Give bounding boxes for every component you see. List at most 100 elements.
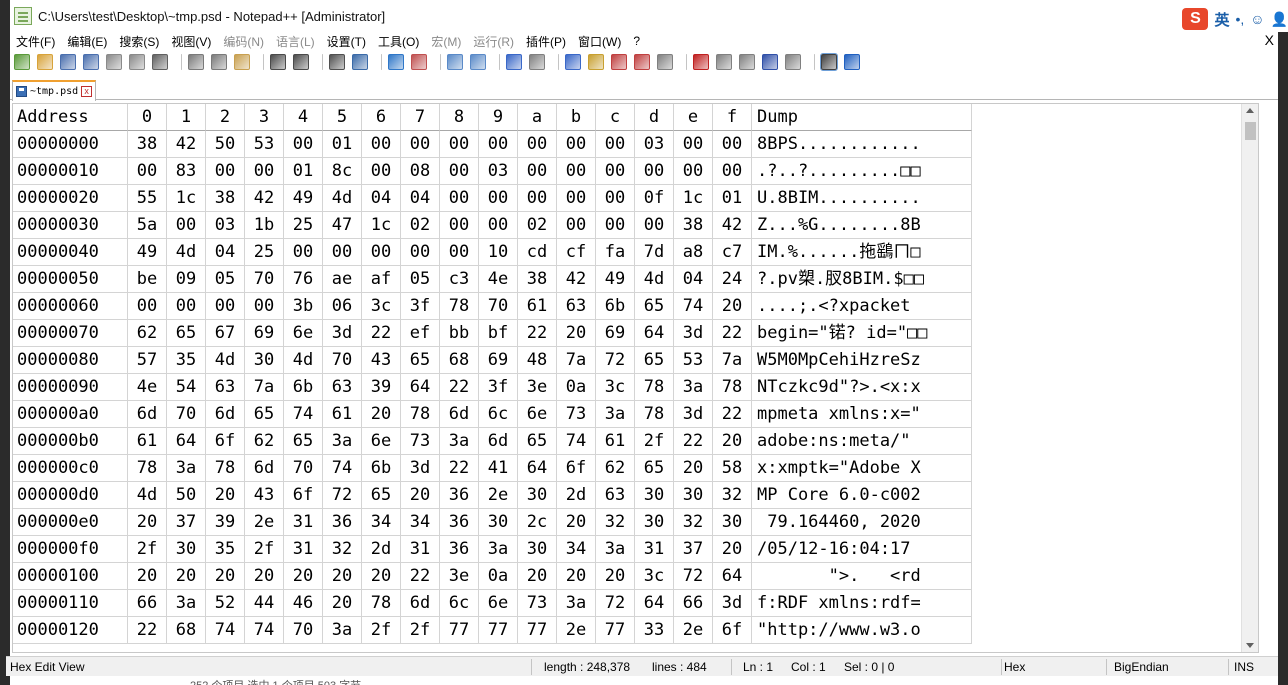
hex-dump-cell[interactable]: NTczkc9d"?>.<x:x bbox=[752, 374, 972, 401]
ime-language-toggle[interactable]: 英 bbox=[1214, 9, 1229, 30]
hex-byte-cell[interactable]: 7a bbox=[557, 347, 596, 374]
record-macro-icon[interactable] bbox=[693, 54, 709, 70]
hex-byte-cell[interactable]: 66 bbox=[128, 590, 167, 617]
monitoring-icon[interactable] bbox=[657, 54, 673, 70]
hex-byte-cell[interactable]: 50 bbox=[206, 131, 245, 158]
hex-address-cell[interactable]: 000000b0 bbox=[13, 428, 128, 455]
run-macro-multiple-icon[interactable] bbox=[762, 54, 778, 70]
find-icon[interactable] bbox=[329, 54, 345, 70]
hex-byte-cell[interactable]: 3e bbox=[518, 374, 557, 401]
hex-byte-cell[interactable]: 2d bbox=[362, 536, 401, 563]
close-icon[interactable] bbox=[106, 54, 122, 70]
hex-byte-cell[interactable]: 32 bbox=[596, 509, 635, 536]
hex-byte-cell[interactable]: 39 bbox=[206, 509, 245, 536]
hex-byte-cell[interactable]: 00 bbox=[479, 131, 518, 158]
hex-byte-cell[interactable]: 00 bbox=[323, 239, 362, 266]
hex-byte-cell[interactable]: ef bbox=[401, 320, 440, 347]
hex-byte-cell[interactable]: 6d bbox=[479, 428, 518, 455]
hex-byte-cell[interactable]: 0f bbox=[635, 185, 674, 212]
hex-byte-cell[interactable]: 20 bbox=[674, 455, 713, 482]
hex-byte-cell[interactable]: a8 bbox=[674, 239, 713, 266]
hex-byte-cell[interactable]: 02 bbox=[518, 212, 557, 239]
hex-address-cell[interactable]: 000000c0 bbox=[13, 455, 128, 482]
hex-byte-cell[interactable]: 20 bbox=[557, 320, 596, 347]
hex-byte-cell[interactable]: 43 bbox=[245, 482, 284, 509]
hex-byte-cell[interactable]: 00 bbox=[440, 239, 479, 266]
hex-byte-cell[interactable]: 4d bbox=[128, 482, 167, 509]
hex-dump-cell[interactable]: Z...%G........8B bbox=[752, 212, 972, 239]
hex-byte-cell[interactable]: 00 bbox=[440, 212, 479, 239]
hex-byte-cell[interactable]: 3f bbox=[479, 374, 518, 401]
hex-byte-cell[interactable]: 00 bbox=[596, 185, 635, 212]
hex-dump-cell[interactable]: .?..?.........□□ bbox=[752, 158, 972, 185]
hex-byte-cell[interactable]: 01 bbox=[323, 131, 362, 158]
hex-byte-cell[interactable]: 1c bbox=[362, 212, 401, 239]
hex-byte-cell[interactable]: 32 bbox=[323, 536, 362, 563]
hex-byte-cell[interactable]: 43 bbox=[362, 347, 401, 374]
hex-byte-cell[interactable]: 64 bbox=[401, 374, 440, 401]
hex-byte-cell[interactable]: 52 bbox=[206, 590, 245, 617]
hex-byte-cell[interactable]: 00 bbox=[713, 158, 752, 185]
hex-byte-cell[interactable]: 77 bbox=[440, 617, 479, 644]
folder-workspace-icon[interactable] bbox=[634, 54, 650, 70]
hex-byte-cell[interactable]: 38 bbox=[206, 185, 245, 212]
hex-byte-cell[interactable]: 00 bbox=[635, 212, 674, 239]
hex-byte-cell[interactable]: 78 bbox=[635, 374, 674, 401]
hex-byte-cell[interactable]: 6e bbox=[518, 401, 557, 428]
hex-byte-cell[interactable]: 00 bbox=[362, 158, 401, 185]
hex-byte-cell[interactable]: 65 bbox=[167, 320, 206, 347]
scroll-up-arrow-icon[interactable] bbox=[1246, 108, 1254, 113]
hex-address-cell[interactable]: 00000110 bbox=[13, 590, 128, 617]
hex-byte-cell[interactable]: 64 bbox=[635, 590, 674, 617]
hex-byte-cell[interactable]: c3 bbox=[440, 266, 479, 293]
hex-byte-cell[interactable]: 05 bbox=[401, 266, 440, 293]
hex-byte-cell[interactable]: bf bbox=[479, 320, 518, 347]
hex-byte-cell[interactable]: 00 bbox=[401, 239, 440, 266]
hex-byte-cell[interactable]: 01 bbox=[284, 158, 323, 185]
hex-dump-cell[interactable]: 79.164460, 2020 bbox=[752, 509, 972, 536]
hex-byte-cell[interactable]: 2e bbox=[557, 617, 596, 644]
hex-dump-cell[interactable]: ">. <rd bbox=[752, 563, 972, 590]
hex-byte-cell[interactable]: 68 bbox=[440, 347, 479, 374]
hex-byte-cell[interactable]: 20 bbox=[284, 563, 323, 590]
hex-byte-cell[interactable]: 53 bbox=[245, 131, 284, 158]
hex-dump-cell[interactable]: IM.%......拖鷂ㄇ□ bbox=[752, 239, 972, 266]
hex-byte-cell[interactable]: 6d bbox=[401, 590, 440, 617]
hex-byte-cell[interactable]: 30 bbox=[635, 482, 674, 509]
vertical-scrollbar[interactable] bbox=[1241, 104, 1258, 652]
compare-icon[interactable] bbox=[844, 54, 860, 70]
hex-byte-cell[interactable]: 69 bbox=[596, 320, 635, 347]
hex-byte-cell[interactable]: 02 bbox=[401, 212, 440, 239]
hex-byte-cell[interactable]: 20 bbox=[128, 509, 167, 536]
word-wrap-icon[interactable] bbox=[506, 54, 522, 70]
hex-byte-cell[interactable]: 06 bbox=[323, 293, 362, 320]
hex-byte-cell[interactable]: 3f bbox=[401, 293, 440, 320]
hex-byte-cell[interactable]: 05 bbox=[206, 266, 245, 293]
hex-byte-cell[interactable]: 1b bbox=[245, 212, 284, 239]
hex-byte-cell[interactable]: 70 bbox=[323, 347, 362, 374]
hex-byte-cell[interactable]: 20 bbox=[713, 536, 752, 563]
hex-byte-cell[interactable]: 00 bbox=[440, 185, 479, 212]
save-all-icon[interactable] bbox=[83, 54, 99, 70]
hex-byte-cell[interactable]: 22 bbox=[713, 320, 752, 347]
tab-close-icon[interactable]: x bbox=[81, 86, 93, 97]
hex-byte-cell[interactable]: 6e bbox=[479, 590, 518, 617]
hex-byte-cell[interactable]: bb bbox=[440, 320, 479, 347]
hex-byte-cell[interactable]: 34 bbox=[557, 536, 596, 563]
hex-editor-view[interactable]: Address 0 1 2 3 4 5 6 7 8 9 a b c d e f Dump 00000000 38 42 5… bbox=[12, 103, 1259, 653]
hex-byte-cell[interactable]: 64 bbox=[713, 563, 752, 590]
hex-byte-cell[interactable]: 00 bbox=[557, 158, 596, 185]
hex-byte-cell[interactable]: 6b bbox=[284, 374, 323, 401]
hex-byte-cell[interactable]: 00 bbox=[362, 131, 401, 158]
hex-byte-cell[interactable]: 42 bbox=[167, 131, 206, 158]
hex-byte-cell[interactable]: 54 bbox=[167, 374, 206, 401]
hex-byte-cell[interactable]: 44 bbox=[245, 590, 284, 617]
ime-punctuation-icon[interactable]: •, bbox=[1235, 11, 1244, 27]
hex-byte-cell[interactable]: 65 bbox=[635, 455, 674, 482]
hex-byte-cell[interactable]: 70 bbox=[245, 266, 284, 293]
hex-byte-cell[interactable]: 3a bbox=[167, 455, 206, 482]
hex-byte-cell[interactable]: 76 bbox=[284, 266, 323, 293]
hex-byte-cell[interactable]: 74 bbox=[206, 617, 245, 644]
hex-byte-cell[interactable]: 2e bbox=[674, 617, 713, 644]
hex-row[interactable]: 00000120 22 68 74 74 70 3a 2f 2f 77 77 77 2e 77 33 2e 6f… bbox=[13, 617, 975, 644]
